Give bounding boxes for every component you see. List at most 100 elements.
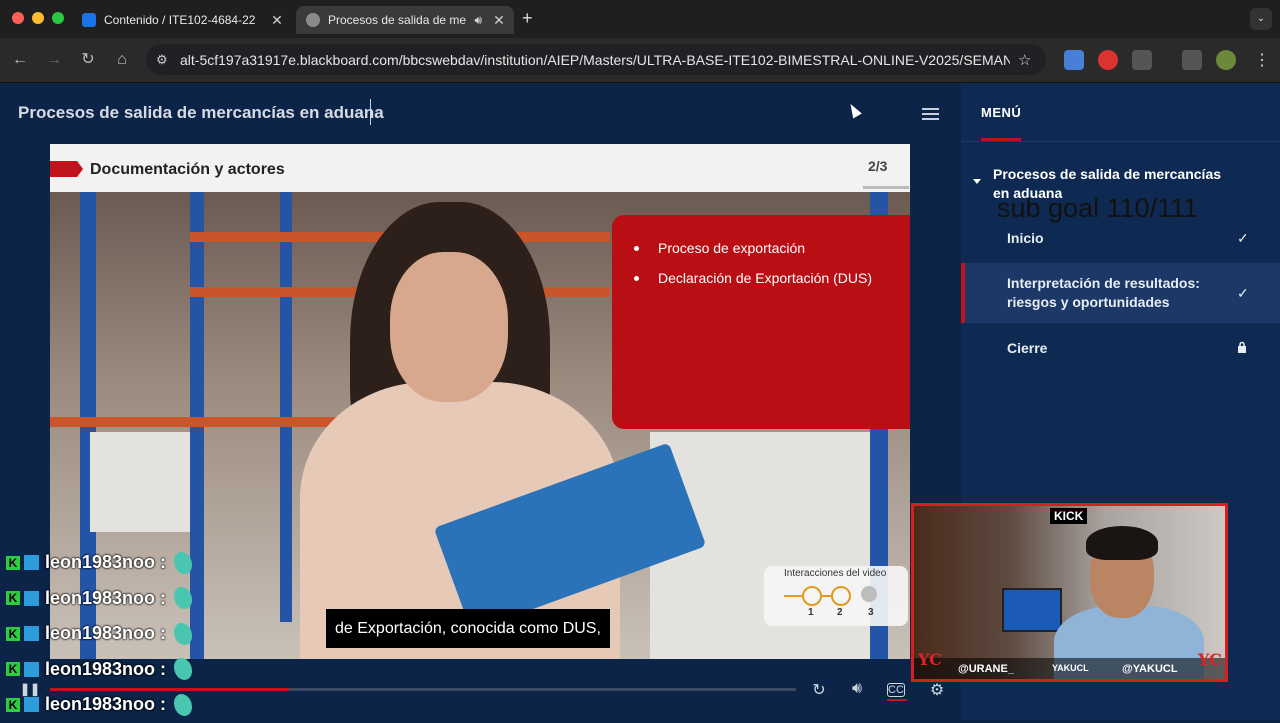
- close-tab-icon[interactable]: ✕: [490, 12, 508, 29]
- emote-icon: [174, 622, 193, 645]
- step-number: 3: [868, 607, 874, 618]
- new-tab-button[interactable]: +: [522, 8, 533, 29]
- minimize-window-button[interactable]: [32, 12, 44, 24]
- home-icon[interactable]: ⌂: [110, 48, 134, 72]
- bullet-panel: Proceso de exportación Declaración de Ex…: [612, 215, 910, 429]
- sidebar-item-cierre[interactable]: Cierre: [961, 329, 1280, 367]
- chat-message: K leon1983noo :: [6, 616, 193, 652]
- closed-captions-icon[interactable]: CC: [887, 683, 905, 697]
- replay-icon[interactable]: ↻: [808, 680, 830, 700]
- webcam-handles-bar: @URANE_ YAKUCL @YAKUCL: [914, 658, 1225, 679]
- bullet-item: Proceso de exportación: [634, 240, 872, 256]
- app-header: Procesos de salida de mercancías en adua…: [0, 83, 960, 141]
- audio-playing-icon[interactable]: 🔊︎: [474, 13, 482, 28]
- cc-active-indicator: [887, 699, 907, 701]
- slide-page-bar: [863, 186, 909, 189]
- interaction-step-3[interactable]: [861, 586, 877, 602]
- sidebar-item-inicio[interactable]: Inicio ✓: [961, 219, 1280, 257]
- tab-title: Contenido / ITE102-4684-22: [104, 13, 256, 27]
- maximize-window-button[interactable]: [52, 12, 64, 24]
- sidebar-item-label: Cierre: [1007, 339, 1048, 356]
- close-tab-icon[interactable]: ✕: [268, 12, 286, 29]
- url-text: alt-5cf197a31917e.blackboard.com/bbcsweb…: [180, 51, 1010, 68]
- site-info-icon[interactable]: ⚙: [156, 52, 168, 68]
- globe-favicon-icon: [306, 13, 320, 27]
- chat-username: leon1983noo :: [45, 587, 167, 608]
- tab-search-button[interactable]: ⌄: [1250, 8, 1272, 30]
- brand-logo-right: YC: [1198, 650, 1222, 669]
- reload-icon[interactable]: ↻: [76, 48, 100, 72]
- browser-toolbar: ← → ↻ ⌂ ⚙ alt-5cf197a31917e.blackboard.c…: [0, 38, 1280, 83]
- emote-icon: [174, 693, 193, 716]
- warehouse-rack: [280, 192, 292, 622]
- browser-tab-contenido[interactable]: Contenido / ITE102-4684-22 ✕: [72, 6, 292, 34]
- emote-icon: [174, 587, 193, 610]
- browser-tab-procesos[interactable]: Procesos de salida de me 🔊︎ ✕: [296, 6, 514, 34]
- volume-icon[interactable]: 🔊︎: [846, 680, 868, 698]
- header-divider: [370, 99, 371, 125]
- chat-message: K leon1983noo :: [6, 687, 193, 723]
- more-menu-icon[interactable]: ⋮: [1254, 50, 1270, 70]
- sidebar-item-interpretacion[interactable]: Interpretación de resultados: riesgos y …: [961, 263, 1280, 323]
- slide-flag-icon: [50, 161, 83, 177]
- kick-badge-icon: K: [6, 591, 20, 606]
- handle-left: @URANE_: [958, 663, 1014, 675]
- chat-message: K leon1983noo :: [6, 545, 193, 581]
- woman-face: [390, 252, 508, 402]
- check-icon: ✓: [1237, 229, 1249, 246]
- bullet-item: Declaración de Exportación (DUS): [634, 270, 872, 286]
- chat-username: leon1983noo :: [45, 694, 167, 715]
- brand-logo-left: YC: [918, 650, 942, 669]
- subscriber-badge-icon: [24, 697, 39, 713]
- extensions-puzzle-icon[interactable]: [1132, 50, 1152, 70]
- hamburger-menu-icon[interactable]: [922, 108, 939, 123]
- menu-separator: [961, 141, 1280, 142]
- emote-icon: [174, 551, 193, 574]
- page-title: Procesos de salida de mercancías en adua…: [18, 103, 384, 122]
- chat-username: leon1983noo :: [45, 623, 167, 644]
- blackboard-favicon-icon: [82, 13, 96, 27]
- kick-badge-icon: K: [6, 662, 20, 677]
- webcam-monitor: [1002, 588, 1062, 632]
- kick-logo: KICK: [1050, 508, 1088, 524]
- warehouse-shelf: [50, 417, 350, 427]
- interaction-step-1[interactable]: [802, 586, 822, 606]
- stream-chat-overlay: K leon1983noo : K leon1983noo : K leon19…: [6, 545, 193, 723]
- chat-username: leon1983noo :: [45, 552, 167, 573]
- slide-page-number: 2/3: [868, 158, 888, 174]
- bookmark-star-icon[interactable]: ☆: [1018, 51, 1031, 69]
- back-icon[interactable]: ←: [8, 48, 32, 72]
- chevron-down-icon[interactable]: [973, 179, 981, 184]
- subscriber-badge-icon: [24, 661, 39, 677]
- slide-header: Documentación y actores 2/3: [50, 144, 910, 192]
- chat-username: leon1983noo :: [45, 658, 167, 679]
- emote-icon: [174, 658, 193, 681]
- check-icon: ✓: [1237, 284, 1249, 301]
- step-number: 2: [837, 607, 843, 618]
- settings-gear-icon[interactable]: ⚙: [926, 680, 948, 700]
- forward-icon[interactable]: →: [42, 48, 66, 72]
- streamer-hair: [1086, 526, 1158, 560]
- interaction-step-2[interactable]: [831, 586, 851, 606]
- tab-title: Procesos de salida de me: [328, 13, 467, 27]
- address-bar[interactable]: ⚙ alt-5cf197a31917e.blackboard.com/bbcsw…: [146, 44, 1046, 75]
- warehouse-boxes: [90, 432, 190, 532]
- step-number: 1: [808, 607, 814, 618]
- reading-list-icon[interactable]: [1182, 50, 1202, 70]
- video-interactions-widget: Interacciones del video 1 2 3: [764, 566, 908, 626]
- kick-badge-icon: K: [6, 697, 20, 712]
- close-window-button[interactable]: [12, 12, 24, 24]
- translate-extension-icon[interactable]: [1064, 50, 1084, 70]
- profile-avatar[interactable]: [1216, 50, 1236, 70]
- shield-extension-icon[interactable]: [1098, 50, 1118, 70]
- chat-message: K leon1983noo :: [6, 581, 193, 617]
- streamer-webcam: KICK @URANE_ YAKUCL @YAKUCL YC YC: [911, 503, 1228, 682]
- browser-tab-bar: Contenido / ITE102-4684-22 ✕ Procesos de…: [0, 0, 1280, 38]
- video-caption: de Exportación, conocida como DUS,: [326, 609, 610, 648]
- mouse-cursor-icon: [846, 101, 862, 119]
- kick-badge-icon: K: [6, 555, 20, 570]
- subscriber-badge-icon: [24, 555, 39, 571]
- lock-icon: [1237, 340, 1247, 356]
- menu-label: MENÚ: [981, 105, 1022, 120]
- sidebar-item-label: Inicio: [1007, 229, 1044, 246]
